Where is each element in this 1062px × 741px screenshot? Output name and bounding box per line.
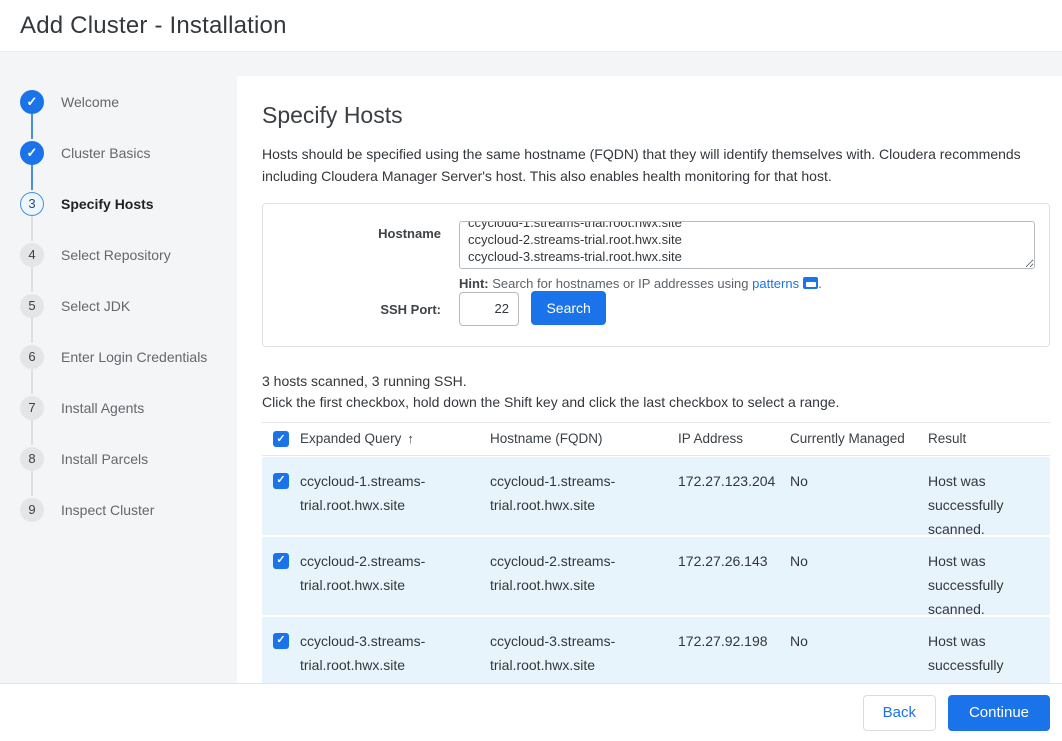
step-label: Enter Login Credentials [61,349,207,365]
cell-expanded-query: ccycloud-2.streams-trial.root.hwx.site [300,549,490,597]
continue-button[interactable]: Continue [948,695,1050,731]
column-header-hostname[interactable]: Hostname (FQDN) [490,431,678,446]
step-connector-line [31,114,33,139]
column-header-ip-address[interactable]: IP Address [678,431,790,446]
cell-hostname: ccycloud-2.streams-trial.root.hwx.site [490,549,678,597]
hostname-input[interactable]: ccycloud-1.streams-trial.root.hwx.site c… [459,221,1035,269]
step-label: Cluster Basics [61,145,150,161]
patterns-dialog-icon[interactable] [803,277,818,289]
scan-summary: 3 hosts scanned, 3 running SSH. [262,371,1050,392]
step-label: Inspect Cluster [61,502,154,518]
ssh-port-controls: Search [459,291,606,326]
step-label: Install Parcels [61,451,148,467]
cell-ip-address: 172.27.26.143 [678,549,790,573]
hostname-hint: Hint: Search for hostnames or IP address… [459,276,1035,291]
step-number-badge: 7 [20,396,44,420]
host-row: ✓ ccycloud-1.streams-trial.root.hwx.sitec… [262,457,1050,535]
page-title: Add Cluster - Installation [20,12,287,40]
host-row: ✓ ccycloud-2.streams-trial.root.hwx.sitec… [262,537,1050,615]
hostname-label: Hostname [263,221,459,244]
step-connector-line [31,216,33,241]
table-header-row: ✓ Expanded Query↑ Hostname (FQDN) IP Add… [262,422,1050,456]
cell-expanded-query: ccycloud-1.streams-trial.root.hwx.site [300,469,490,517]
step-label: Select Repository [61,247,171,263]
step-connector-line [31,318,33,343]
cell-currently-managed: No [790,469,928,493]
scan-status: 3 hosts scanned, 3 running SSH. Click th… [262,371,1050,413]
table-body: ✓ccycloud-1.streams-trial.root.hwx.sitec… [262,457,1050,695]
sidebar-step-enter-login-credentials[interactable]: 6 Enter Login Credentials [20,331,237,382]
step-connector-line [31,420,33,445]
step-number-badge: 3 [20,192,44,216]
cell-hostname: ccycloud-1.streams-trial.root.hwx.site [490,469,678,517]
sort-ascending-icon: ↑ [407,431,414,446]
cell-hostname: ccycloud-3.streams-trial.root.hwx.site [490,629,678,677]
section-title: Specify Hosts [262,102,1050,129]
step-label: Specify Hosts [61,196,154,212]
column-header-result[interactable]: Result [928,431,1050,446]
cell-currently-managed: No [790,549,928,573]
host-row-checkbox[interactable]: ✓ [273,473,289,489]
step-label: Welcome [61,94,119,110]
step-connector-line [31,267,33,292]
wizard-steps-sidebar: ✓ Welcome ✓ Cluster Basics 3 Specify Hosts 4 Se… [0,52,237,741]
main-content: Specify Hosts Hosts should be specified … [237,76,1062,741]
wizard-body: ✓ Welcome ✓ Cluster Basics 3 Specify Hosts 4 Se… [0,52,1062,741]
wizard-footer: Back Continue [0,683,1062,741]
cell-expanded-query: ccycloud-3.streams-trial.root.hwx.site [300,629,490,677]
step-label: Select JDK [61,298,130,314]
cell-ip-address: 172.27.123.204 [678,469,790,493]
step-label: Install Agents [61,400,144,416]
step-connector-line [31,165,33,190]
sidebar-step-welcome[interactable]: ✓ Welcome [20,76,237,127]
ssh-port-row: SSH Port: Search [263,291,1035,326]
sidebar-step-inspect-cluster[interactable]: 9 Inspect Cluster [20,484,237,535]
scanned-hosts-table: ✓ Expanded Query↑ Hostname (FQDN) IP Add… [262,422,1050,695]
cell-currently-managed: No [790,629,928,653]
step-number-badge: 6 [20,345,44,369]
sidebar-step-install-parcels[interactable]: 8 Install Parcels [20,433,237,484]
patterns-link[interactable]: patterns [752,276,799,291]
step-completed-check-icon: ✓ [20,90,44,114]
host-row-checkbox[interactable]: ✓ [273,553,289,569]
sidebar-step-cluster-basics[interactable]: ✓ Cluster Basics [20,127,237,178]
column-header-currently-managed[interactable]: Currently Managed [790,431,928,446]
cell-result: Host was successfully scanned. [928,469,1050,541]
ssh-port-input[interactable] [459,292,519,326]
scan-instruction: Click the first checkbox, hold down the … [262,392,1050,413]
sidebar-step-install-agents[interactable]: 7 Install Agents [20,382,237,433]
step-number-badge: 9 [20,498,44,522]
sidebar-step-select-repository[interactable]: 4 Select Repository [20,229,237,280]
hint-text: Search for hostnames or IP addresses usi… [489,276,753,291]
sidebar-step-specify-hosts[interactable]: 3 Specify Hosts [20,178,237,229]
section-description: Hosts should be specified using the same… [262,143,1032,187]
step-connector-line [31,369,33,394]
select-all-checkbox[interactable]: ✓ [273,431,289,447]
cell-ip-address: 172.27.92.198 [678,629,790,653]
back-button[interactable]: Back [863,695,936,731]
sidebar-step-select-jdk[interactable]: 5 Select JDK [20,280,237,331]
hint-suffix: . [818,276,822,291]
column-header-expanded-query[interactable]: Expanded Query↑ [300,431,490,446]
page-header: Add Cluster - Installation [0,0,1062,52]
step-number-badge: 8 [20,447,44,471]
hint-prefix: Hint: [459,276,489,291]
step-number-badge: 5 [20,294,44,318]
ssh-port-label: SSH Port: [263,291,459,320]
host-search-panel: Hostname ccycloud-1.streams-trial.root.h… [262,203,1050,347]
step-completed-check-icon: ✓ [20,141,44,165]
step-number-badge: 4 [20,243,44,267]
cell-result: Host was successfully scanned. [928,549,1050,621]
hostname-row: Hostname ccycloud-1.streams-trial.root.h… [263,221,1035,269]
step-connector-line [31,471,33,496]
add-cluster-wizard: Add Cluster - Installation ✓ Welcome ✓ Clus… [0,0,1062,741]
search-button[interactable]: Search [531,291,605,325]
host-row-checkbox[interactable]: ✓ [273,633,289,649]
